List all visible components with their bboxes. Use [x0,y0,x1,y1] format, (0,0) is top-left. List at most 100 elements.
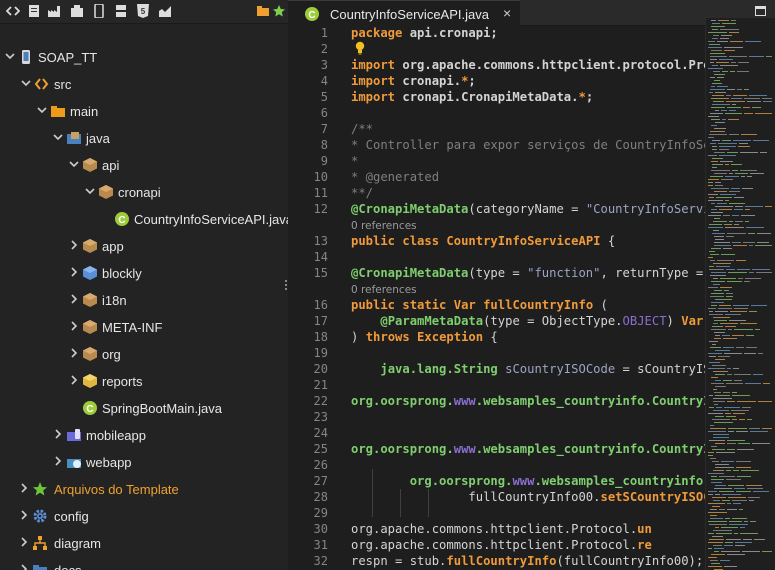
tree-item-i18n[interactable]: i18n [0,287,288,314]
minimap-line [710,131,725,132]
tree-item-config[interactable]: config [0,503,288,530]
line-number: 17 [313,314,328,328]
chevron-right-icon[interactable] [68,347,80,359]
tree-item-src[interactable]: src [0,71,288,98]
minimap-line [732,395,750,396]
document-icon[interactable] [27,4,41,18]
tree-item-docs[interactable]: docs [0,557,288,570]
html5-icon[interactable]: 5 [136,4,150,18]
chevron-right-icon[interactable] [68,374,80,386]
line-number: 24 [313,426,328,440]
code-minimap[interactable] [705,18,775,570]
code-line-13: public class CountryInfoServiceAPI { [351,234,616,248]
chevron-down-icon[interactable] [52,131,64,143]
minimap-line [734,329,753,330]
chart-icon[interactable] [158,4,172,18]
minimap-line [708,413,723,414]
minimap-line [719,59,733,60]
folder-icon[interactable] [256,4,270,18]
chevron-right-icon[interactable] [68,239,80,251]
tree-item-project[interactable]: SOAP_TT [0,44,288,71]
minimap-line [715,350,730,351]
chevron-right-icon[interactable] [18,482,30,494]
minimap-line [712,38,718,39]
code-line-16: public static Var fullCountryInfo ( [351,298,608,312]
minimap-line [708,473,724,474]
chevron-down-icon[interactable] [20,77,32,89]
tree-item-webapp[interactable]: webapp [0,449,288,476]
close-icon[interactable]: × [503,5,511,21]
tree-item-file-api[interactable]: C CountryInfoServiceAPI.java [0,206,288,233]
minimap-line [708,182,713,183]
minimap-line [715,527,719,528]
minimap-line [725,176,739,177]
chevron-right-icon[interactable] [52,428,64,440]
minimap-line [736,467,751,468]
tree-item-file-boot[interactable]: C SpringBootMain.java [0,395,288,422]
line-number: 12 [313,202,328,216]
mobile-icon[interactable] [92,4,106,18]
maximize-icon[interactable] [755,6,766,16]
chevron-right-icon[interactable] [18,563,30,570]
minimap-line [710,515,717,516]
tree-item-api[interactable]: api [0,152,288,179]
dashboard-icon[interactable] [114,4,128,18]
codelens-references[interactable]: 0 references [351,284,417,296]
star-icon[interactable] [272,4,286,18]
minimap-line [740,533,758,534]
minimap-line [714,332,725,333]
tree-item-cronapi[interactable]: cronapi [0,179,288,206]
tree-item-templates[interactable]: Arquivos do Template [0,476,288,503]
minimap-line [740,323,757,324]
chevron-right-icon[interactable] [68,266,80,278]
minimap-line [712,167,717,168]
mobile-project-icon [18,49,34,65]
chevron-right-icon[interactable] [18,509,30,521]
minimap-line [711,161,718,162]
minimap-line [712,449,725,450]
minimap-line [728,428,747,429]
chevron-down-icon[interactable] [36,104,48,116]
minimap-line [752,443,770,444]
svg-text:C: C [118,215,125,226]
factory-icon[interactable] [47,4,61,18]
tab-country-info-service-api[interactable]: C CountryInfoServiceAPI.java × [288,0,520,26]
minimap-line [729,203,745,204]
tree-item-reports[interactable]: reports [0,368,288,395]
code-area[interactable]: 1 2 3 4 5 6 7 8 9 10 11 12 13 14 15 16 17 18 19 20 21 22 23 24 2… [288,26,708,570]
minimap-line [749,500,754,501]
chevron-down-icon[interactable] [68,158,80,170]
tree-item-mobileapp[interactable]: mobileapp [0,422,288,449]
tree-item-diagram[interactable]: diagram [0,530,288,557]
chevron-right-icon[interactable] [68,293,80,305]
codelens-references[interactable]: 0 references [351,220,417,232]
tree-item-blockly[interactable]: blockly [0,260,288,287]
minimap-line [751,305,767,306]
tree-item-main[interactable]: main [0,98,288,125]
chevron-down-icon[interactable] [84,185,96,197]
minimap-line [743,242,755,243]
minimap-line [732,335,744,336]
tree-item-java[interactable]: java [0,125,288,152]
chevron-down-icon[interactable] [4,50,16,62]
tree-item-meta-inf[interactable]: META-INF [0,314,288,341]
line-number: 2 [320,42,328,56]
lightbulb-icon[interactable] [354,41,366,58]
minimap-line [715,92,726,93]
minimap-line [714,320,727,321]
minimap-line [729,221,733,222]
tree-label: CountryInfoServiceAPI.java [134,212,288,227]
minimap-line [710,296,724,297]
line-number: 25 [313,442,328,456]
minimap-line [723,392,730,393]
building-icon[interactable] [70,4,84,18]
chevron-right-icon[interactable] [18,536,30,548]
tree-item-app[interactable]: app [0,233,288,260]
chevron-right-icon[interactable] [68,320,80,332]
tree-item-org[interactable]: org [0,341,288,368]
minimap-line [725,326,736,327]
minimap-line [709,311,713,312]
code-icon[interactable] [6,4,20,18]
source-code-icon [34,76,50,92]
chevron-right-icon[interactable] [52,455,64,467]
